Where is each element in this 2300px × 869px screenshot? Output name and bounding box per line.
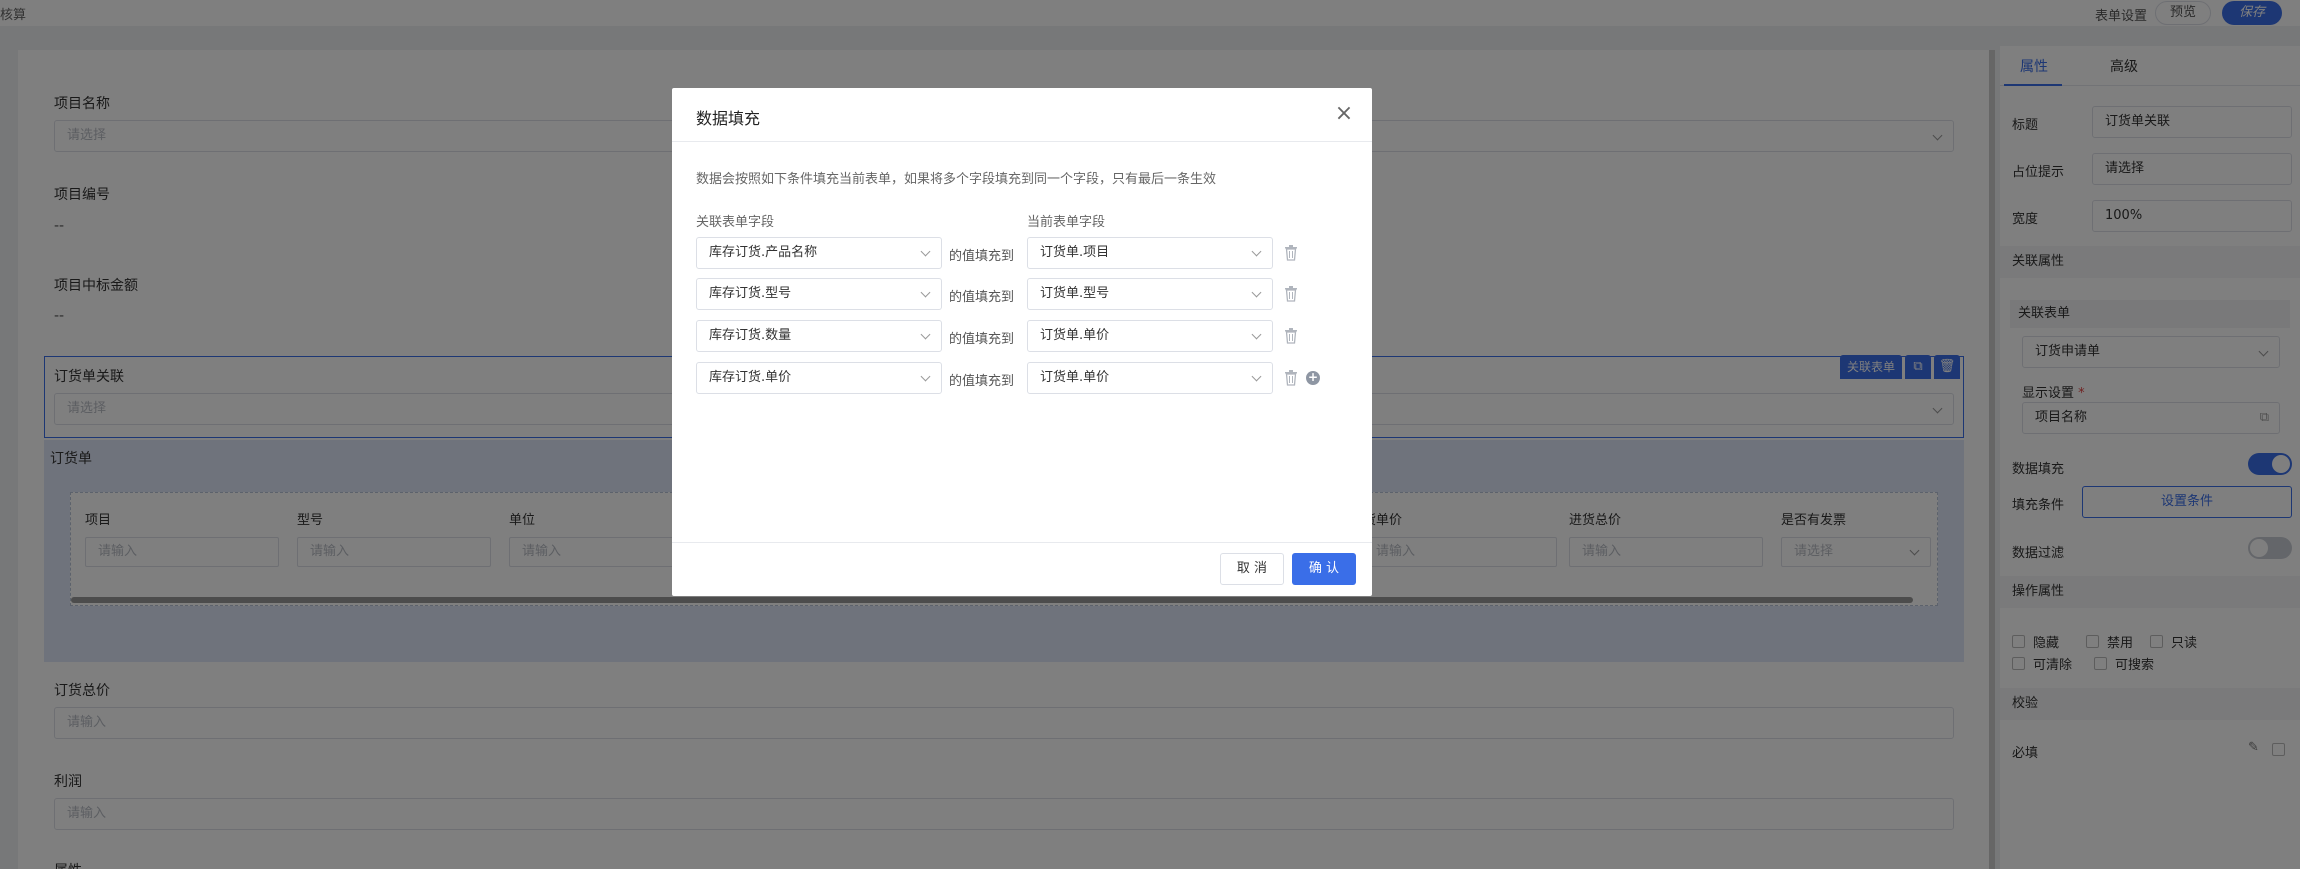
trash-icon[interactable]: [1284, 245, 1298, 261]
source-field-select[interactable]: 库存订货.产品名称: [696, 237, 942, 269]
source-field-value: 库存订货.型号: [709, 286, 792, 301]
add-row-icon[interactable]: +: [1306, 371, 1320, 385]
fill-to-text: 的值填充到: [949, 374, 1015, 389]
target-field-value: 订货单.项目: [1040, 245, 1110, 260]
target-field-value: 订货单.单价: [1040, 370, 1110, 385]
modal-footer: 取 消 确 认: [672, 542, 1372, 596]
trash-icon[interactable]: [1284, 370, 1298, 386]
modal-header: 数据填充 ×: [672, 88, 1372, 142]
chevron-down-icon: [1251, 287, 1262, 298]
target-field-select[interactable]: 订货单.项目: [1027, 237, 1273, 269]
chevron-down-icon: [1251, 371, 1262, 382]
close-icon[interactable]: ×: [1332, 102, 1356, 126]
confirm-button[interactable]: 确 认: [1292, 553, 1356, 585]
source-field-value: 库存订货.数量: [709, 328, 792, 343]
source-field-select[interactable]: 库存订货.数量: [696, 320, 942, 352]
chevron-down-icon: [1251, 329, 1262, 340]
target-field-value: 订货单.单价: [1040, 328, 1110, 343]
target-field-select[interactable]: 订货单.单价: [1027, 362, 1273, 394]
target-field-header: 当前表单字段: [1027, 215, 1106, 230]
target-field-select[interactable]: 订货单.单价: [1027, 320, 1273, 352]
target-field-value: 订货单.型号: [1040, 286, 1110, 301]
chevron-down-icon: [920, 329, 931, 340]
fill-to-text: 的值填充到: [949, 290, 1015, 305]
source-field-header: 关联表单字段: [696, 215, 775, 230]
fill-to-text: 的值填充到: [949, 249, 1015, 264]
trash-icon[interactable]: [1284, 286, 1298, 302]
modal-description: 数据会按照如下条件填充当前表单，如果将多个字段填充到同一个字段，只有最后一条生效: [696, 172, 1217, 187]
cancel-button[interactable]: 取 消: [1220, 553, 1284, 585]
chevron-down-icon: [920, 246, 931, 257]
chevron-down-icon: [920, 287, 931, 298]
chevron-down-icon: [920, 371, 931, 382]
modal-title: 数据填充: [696, 109, 761, 128]
target-field-select[interactable]: 订货单.型号: [1027, 278, 1273, 310]
source-field-value: 库存订货.产品名称: [709, 245, 818, 260]
chevron-down-icon: [1251, 246, 1262, 257]
source-field-select[interactable]: 库存订货.型号: [696, 278, 942, 310]
source-field-value: 库存订货.单价: [709, 370, 792, 385]
source-field-select[interactable]: 库存订货.单价: [696, 362, 942, 394]
data-fill-modal: 数据填充 × 数据会按照如下条件填充当前表单，如果将多个字段填充到同一个字段，只…: [672, 88, 1372, 596]
fill-to-text: 的值填充到: [949, 332, 1015, 347]
trash-icon[interactable]: [1284, 328, 1298, 344]
